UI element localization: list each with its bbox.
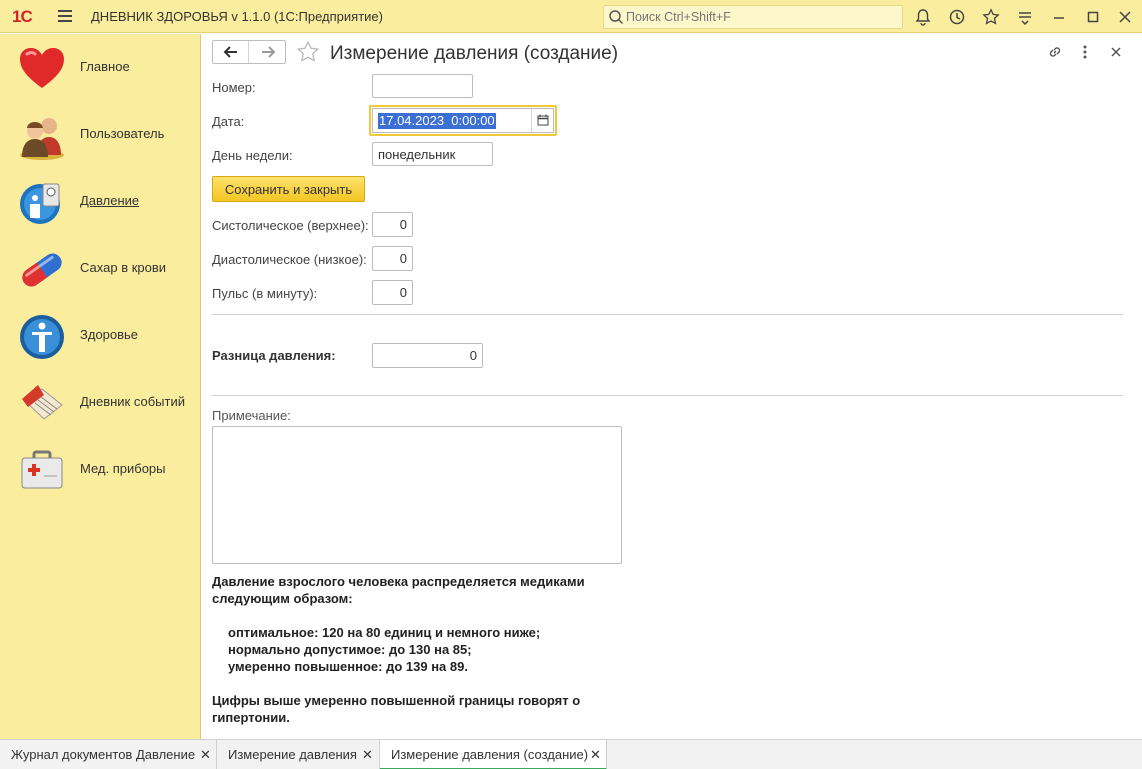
forward-button[interactable]: [250, 41, 286, 63]
sidebar-item-label: Сахар в крови: [80, 260, 167, 275]
open-windows-bar: Журнал документов Давление ✕ Измерение д…: [0, 739, 1142, 769]
date-label: Дата:: [212, 114, 245, 129]
users-icon: [20, 118, 64, 160]
diary-icon: [22, 385, 63, 420]
sidebar-item-label: Давление: [80, 193, 140, 208]
save-and-close-button[interactable]: Сохранить и закрыть: [212, 176, 365, 202]
info-text: Цифры выше умеренно повышенной границы г…: [212, 693, 581, 708]
close-window-icon[interactable]: [1116, 8, 1134, 26]
info-text: гипертонии.: [212, 710, 290, 725]
sidebar-item-devices[interactable]: Мед. приборы: [0, 436, 200, 503]
pressure-difference-label: Разница давления:: [212, 348, 336, 363]
sidebar-item-diary[interactable]: Дневник событий: [0, 369, 200, 436]
info-list-item: нормально допустимое: до 130 на 85;: [228, 642, 472, 657]
diastolic-field[interactable]: [372, 246, 413, 271]
date-field[interactable]: 17.04.2023 0:00:00: [369, 105, 557, 136]
sidebar: Главное Пользователь Давление Сахар в кр…: [0, 34, 201, 739]
sidebar-item-label: Дневник событий: [80, 394, 186, 409]
info-text: следующим образом:: [212, 591, 353, 606]
close-tab-icon[interactable]: ✕: [362, 747, 373, 763]
maximize-icon[interactable]: [1084, 8, 1102, 26]
info-list-item: оптимальное: 120 на 80 единиц и немного …: [228, 625, 541, 640]
note-textarea[interactable]: [212, 426, 622, 564]
sidebar-item-label: Мед. приборы: [80, 461, 166, 476]
sidebar-item-health[interactable]: Здоровье: [0, 302, 200, 369]
tab-label: Журнал документов Давление: [11, 747, 196, 762]
tab-pressure-journal[interactable]: Журнал документов Давление ✕: [0, 740, 217, 769]
divider: [212, 395, 1123, 396]
back-button[interactable]: [213, 41, 249, 63]
sidebar-item-sugar[interactable]: Сахар в крови: [0, 235, 200, 302]
pressure-difference-field[interactable]: [372, 343, 483, 368]
date-value[interactable]: 17.04.2023 0:00:00: [378, 113, 496, 129]
sidebar-item-main[interactable]: Главное: [0, 34, 200, 101]
tab-pressure-measurement-create[interactable]: Измерение давления (создание) ✕: [380, 740, 607, 769]
more-icon[interactable]: [1077, 44, 1093, 60]
bell-icon[interactable]: [914, 8, 932, 26]
arrow-left-icon: [223, 46, 237, 58]
note-label: Примечание:: [212, 408, 291, 423]
weekday-field[interactable]: [372, 142, 493, 166]
blood-pressure-icon: [20, 183, 60, 224]
sidebar-item-label: Пользователь: [80, 126, 165, 141]
tab-label: Измерение давления: [228, 747, 357, 762]
diastolic-label: Диастолическое (низкое):: [212, 252, 367, 267]
systolic-label: Систолическое (верхнее):: [212, 218, 369, 233]
sidebar-item-user[interactable]: Пользователь: [0, 101, 200, 168]
number-label: Номер:: [212, 80, 256, 95]
person-icon: [20, 315, 64, 359]
info-list-item: умеренно повышенное: до 139 на 89.: [228, 659, 468, 674]
minimize-icon[interactable]: [1050, 8, 1068, 26]
sidebar-item-pressure[interactable]: Давление: [0, 168, 200, 235]
divider: [212, 314, 1123, 315]
tab-pressure-measurement[interactable]: Измерение давления ✕: [217, 740, 380, 769]
favorite-star-icon[interactable]: [296, 40, 320, 64]
search-input[interactable]: [626, 9, 896, 25]
history-nav: [212, 40, 286, 64]
search-box[interactable]: [603, 5, 903, 29]
pill-icon: [22, 253, 62, 287]
favorites-star-icon[interactable]: [982, 8, 1000, 26]
link-icon[interactable]: [1047, 44, 1063, 60]
info-text: Давление взрослого человека распределяет…: [212, 574, 585, 589]
menu-icon[interactable]: [58, 10, 72, 22]
weekday-label: День недели:: [212, 148, 293, 163]
calendar-button[interactable]: [531, 109, 553, 132]
systolic-field[interactable]: [372, 212, 413, 237]
heart-icon: [20, 48, 64, 88]
sidebar-item-label: Главное: [80, 59, 130, 74]
tab-label: Измерение давления (создание): [391, 747, 589, 762]
pulse-label: Пульс (в минуту):: [212, 286, 318, 301]
calendar-icon: [537, 114, 549, 126]
app-title: ДНЕВНИК ЗДОРОВЬЯ v 1.1.0 (1С:Предприятие…: [91, 9, 383, 24]
form-area: Измерение давления (создание) Номер: Дат…: [201, 34, 1142, 739]
title-bar: 1С ДНЕВНИК ЗДОРОВЬЯ v 1.1.0 (1С:Предприя…: [0, 0, 1142, 33]
app-logo: 1С: [12, 7, 33, 26]
pulse-field[interactable]: [372, 280, 413, 305]
sidebar-item-label: Здоровье: [80, 327, 139, 342]
history-icon[interactable]: [948, 8, 966, 26]
number-field[interactable]: [372, 74, 473, 98]
close-form-icon[interactable]: [1108, 44, 1124, 60]
close-tab-icon[interactable]: ✕: [590, 747, 601, 763]
close-tab-icon[interactable]: ✕: [200, 747, 211, 763]
first-aid-kit-icon: [21, 450, 63, 489]
page-title: Измерение давления (создание): [330, 43, 619, 64]
settings-menu-icon[interactable]: [1016, 8, 1034, 26]
arrow-right-icon: [262, 46, 276, 58]
search-icon: [609, 10, 624, 25]
